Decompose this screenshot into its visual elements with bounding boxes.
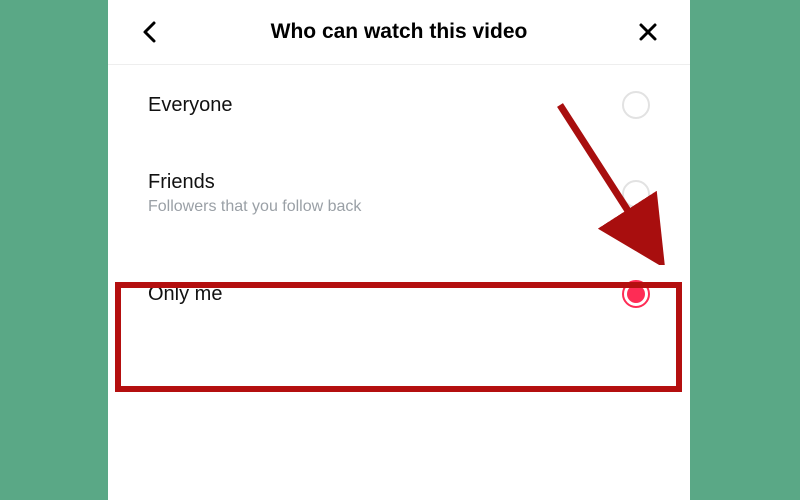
options-list: Everyone Friends Followers that you foll… (108, 65, 690, 346)
option-only-me[interactable]: Only me (108, 242, 690, 346)
radio-friends[interactable] (622, 180, 650, 208)
privacy-panel: Who can watch this video Everyone Friend… (108, 0, 690, 500)
option-label: Everyone (148, 94, 233, 117)
back-button[interactable] (136, 18, 164, 46)
screenshot-stage: Who can watch this video Everyone Friend… (0, 0, 800, 500)
close-button[interactable] (634, 18, 662, 46)
option-label: Friends (148, 171, 361, 194)
close-icon (638, 22, 658, 42)
option-friends[interactable]: Friends Followers that you follow back (108, 145, 690, 242)
radio-only-me[interactable] (622, 280, 650, 308)
panel-header: Who can watch this video (108, 0, 690, 64)
chevron-left-icon (141, 20, 159, 44)
option-sublabel: Followers that you follow back (148, 198, 361, 216)
panel-title: Who can watch this video (164, 20, 634, 44)
option-label: Only me (148, 283, 222, 306)
radio-everyone[interactable] (622, 91, 650, 119)
option-everyone[interactable]: Everyone (108, 65, 690, 145)
